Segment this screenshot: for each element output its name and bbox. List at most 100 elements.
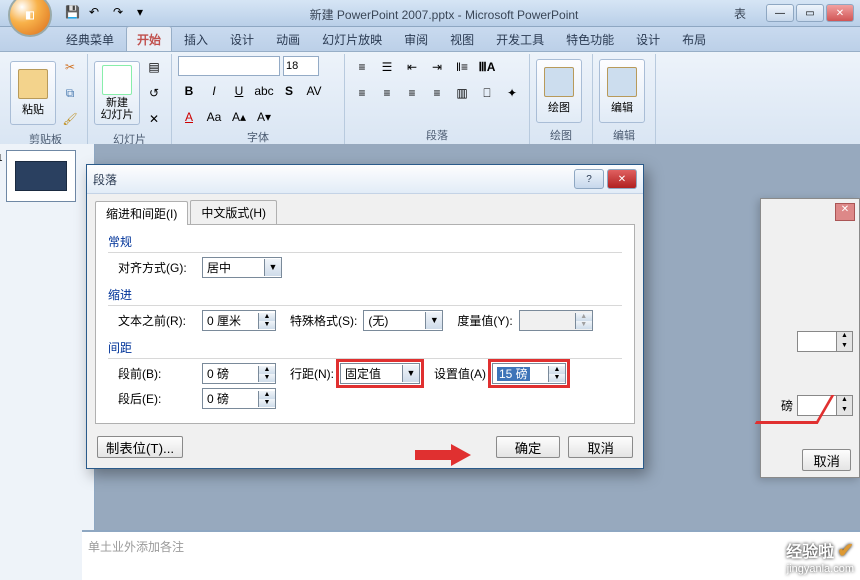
annotation-line — [755, 395, 835, 424]
slide-number: 1 — [0, 153, 3, 164]
change-case-button[interactable]: Aa — [203, 106, 225, 128]
tab-insert[interactable]: 插入 — [174, 27, 218, 51]
dialog-titlebar[interactable]: 段落 ? ✕ — [87, 165, 643, 194]
cancel-button[interactable]: 取消 — [568, 436, 633, 458]
strikethrough-button[interactable]: abc — [253, 80, 275, 102]
group-drawing: 绘图 绘图 — [530, 54, 593, 146]
setvalue-label: 设置值(A) — [434, 365, 486, 382]
numbering-button[interactable]: ☰ — [376, 56, 398, 78]
dialog-close-button[interactable]: ✕ — [607, 169, 637, 189]
grow-font-button[interactable]: A▴ — [228, 106, 250, 128]
side-cancel-button[interactable]: 取消 — [802, 449, 851, 471]
align-label: 对齐方式(G): — [118, 259, 196, 276]
font-name-combo[interactable] — [178, 56, 280, 76]
find-icon — [607, 67, 637, 97]
maximize-button[interactable]: ▭ — [796, 4, 824, 22]
align-combo[interactable]: 居中▼ — [202, 257, 282, 278]
copy-icon[interactable]: ⧉ — [59, 82, 81, 104]
editing-button[interactable]: 编辑 — [599, 59, 645, 123]
dialog-tab-asian[interactable]: 中文版式(H) — [190, 200, 277, 224]
tab-layout[interactable]: 布局 — [672, 27, 716, 51]
side-spinner-1[interactable]: ▲▼ — [797, 331, 853, 352]
dialog-footer: 制表位(T)... 确定 取消 — [87, 432, 643, 468]
context-tab-label: 表 — [734, 5, 746, 22]
slide-thumbnail[interactable]: 1 — [6, 150, 76, 202]
group-editing: 编辑 编辑 — [593, 54, 656, 146]
tab-classic[interactable]: 经典菜单 — [56, 27, 124, 51]
bold-button[interactable]: B — [178, 80, 200, 102]
align-text-button[interactable]: ⎕ — [476, 82, 498, 104]
new-slide-label: 新建 幻灯片 — [101, 97, 134, 121]
tab-design[interactable]: 设计 — [220, 27, 264, 51]
tab-design2[interactable]: 设计 — [626, 27, 670, 51]
side-close-button[interactable]: ✕ — [835, 203, 855, 221]
italic-button[interactable]: I — [203, 80, 225, 102]
special-combo[interactable]: (无)▼ — [363, 310, 443, 331]
text-direction-button[interactable]: ⅢA — [476, 56, 498, 78]
char-spacing-button[interactable]: AV — [303, 80, 325, 102]
indent-dec-button[interactable]: ⇤ — [401, 56, 423, 78]
spacing-before-spinner[interactable]: 0 磅▲▼ — [202, 363, 276, 384]
delete-icon[interactable]: ✕ — [143, 108, 165, 130]
layout-icon[interactable]: ▤ — [143, 56, 165, 78]
tab-animations[interactable]: 动画 — [266, 27, 310, 51]
thumb-content — [15, 161, 67, 191]
format-painter-icon[interactable]: 🖌 — [59, 108, 81, 130]
setvalue-spinner[interactable]: 15 磅▲▼ — [492, 363, 566, 384]
minimize-button[interactable]: — — [766, 4, 794, 22]
close-button[interactable]: ✕ — [826, 4, 854, 22]
shrink-font-button[interactable]: A▾ — [253, 106, 275, 128]
ok-button[interactable]: 确定 — [496, 436, 561, 458]
new-slide-icon — [102, 65, 132, 95]
annotation-arrow — [415, 444, 471, 466]
dialog-help-button[interactable]: ? — [574, 169, 604, 189]
dialog-tabs: 缩进和间距(I) 中文版式(H) — [87, 194, 643, 224]
reset-icon[interactable]: ↺ — [143, 82, 165, 104]
cut-icon[interactable]: ✂ — [59, 56, 81, 78]
indent-before-spinner[interactable]: 0 厘米▲▼ — [202, 310, 276, 331]
justify-button[interactable]: ≡ — [426, 82, 448, 104]
dialog-body: 常规 对齐方式(G): 居中▼ 缩进 文本之前(R): 0 厘米▲▼ 特殊格式(… — [95, 224, 635, 424]
special-label: 特殊格式(S): — [290, 312, 357, 329]
align-left-button[interactable]: ≡ — [351, 82, 373, 104]
drawing-button[interactable]: 绘图 — [536, 59, 582, 123]
indent-before-label: 文本之前(R): — [118, 312, 196, 329]
spacing-after-spinner[interactable]: 0 磅▲▼ — [202, 388, 276, 409]
dialog-tab-indent[interactable]: 缩进和间距(I) — [95, 201, 188, 225]
qat-dropdown-icon[interactable]: ▾ — [136, 4, 154, 22]
line-spacing-button[interactable]: ‖≡ — [451, 56, 473, 78]
notes-pane[interactable]: 单土业外添加各注 — [82, 530, 860, 580]
align-center-button[interactable]: ≡ — [376, 82, 398, 104]
undo-icon[interactable]: ↶ — [88, 4, 106, 22]
tab-developer[interactable]: 开发工具 — [486, 27, 554, 51]
section-general: 常规 对齐方式(G): 居中▼ — [108, 233, 622, 278]
redo-icon[interactable]: ↷ — [112, 4, 130, 22]
line-spacing-combo[interactable]: 固定值▼ — [340, 363, 420, 384]
tab-home[interactable]: 开始 — [126, 26, 172, 51]
tabstops-button[interactable]: 制表位(T)... — [97, 436, 183, 458]
save-icon[interactable]: 💾 — [64, 4, 82, 22]
font-color-button[interactable]: A — [178, 106, 200, 128]
underline-button[interactable]: U — [228, 80, 250, 102]
paste-button[interactable]: 粘贴 — [10, 61, 56, 125]
watermark: 经验啦 ✔ jingyanla.com — [786, 539, 854, 576]
smartart-button[interactable]: ✦ — [501, 82, 523, 104]
bullets-button[interactable]: ≡ — [351, 56, 373, 78]
font-size-combo[interactable] — [283, 56, 319, 76]
new-slide-button[interactable]: 新建 幻灯片 — [94, 61, 140, 125]
slide-panel[interactable]: 1 — [0, 144, 95, 580]
tab-view[interactable]: 视图 — [440, 27, 484, 51]
tab-review[interactable]: 审阅 — [394, 27, 438, 51]
paste-icon — [18, 69, 48, 99]
tab-special[interactable]: 特色功能 — [556, 27, 624, 51]
shadow-button[interactable]: S — [278, 80, 300, 102]
group-editing-label: 编辑 — [599, 126, 649, 144]
columns-button[interactable]: ▥ — [451, 82, 473, 104]
tab-slideshow[interactable]: 幻灯片放映 — [312, 27, 392, 51]
group-clipboard: 粘贴 ✂ ⧉ 🖌 剪贴板 — [4, 54, 88, 146]
background-dialog-fragment: ✕ ▲▼ 磅▲▼ 取消 — [760, 198, 860, 478]
indent-inc-button[interactable]: ⇥ — [426, 56, 448, 78]
shapes-icon — [544, 67, 574, 97]
align-right-button[interactable]: ≡ — [401, 82, 423, 104]
ribbon: 粘贴 ✂ ⧉ 🖌 剪贴板 新建 幻灯片 ▤ ↺ ✕ — [0, 52, 860, 147]
